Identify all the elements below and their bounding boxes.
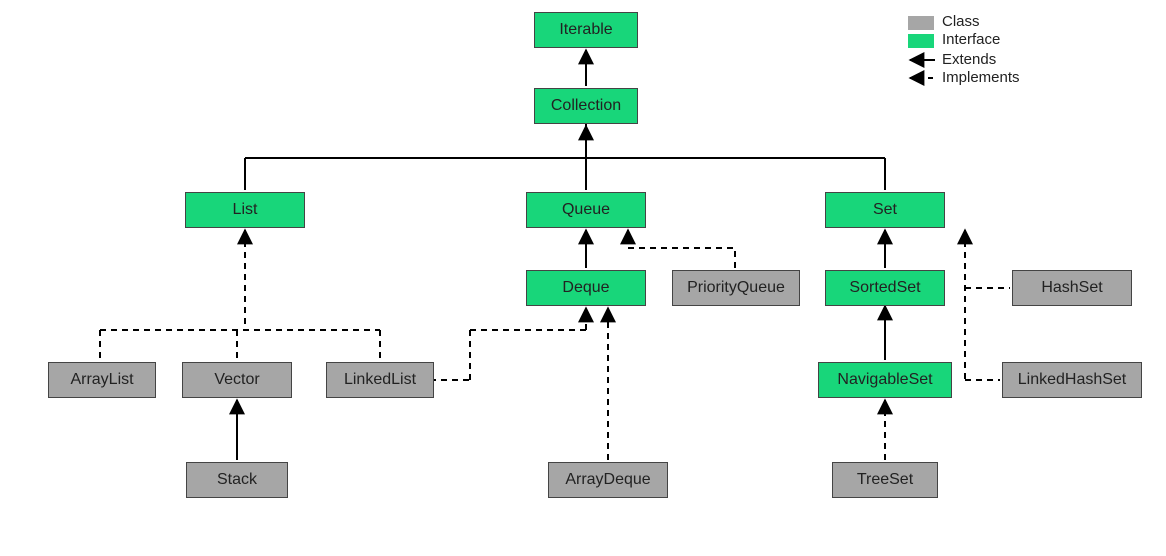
node-queue: Queue	[526, 192, 646, 228]
node-label: LinkedHashSet	[1018, 372, 1127, 388]
node-label: ArrayList	[70, 372, 133, 388]
node-list: List	[185, 192, 305, 228]
node-label: Set	[873, 202, 897, 218]
node-label: HashSet	[1041, 280, 1102, 296]
legend-label-interface: Interface	[942, 31, 1000, 48]
node-label: NavigableSet	[837, 372, 932, 388]
node-label: List	[233, 202, 258, 218]
legend-label-class: Class	[942, 13, 980, 30]
node-label: ArrayDeque	[565, 472, 650, 488]
node-sortedset: SortedSet	[825, 270, 945, 306]
node-priorityqueue: PriorityQueue	[672, 270, 800, 306]
node-label: LinkedList	[344, 372, 416, 388]
edge-priorityqueue-queue	[628, 230, 735, 268]
node-label: Iterable	[559, 22, 612, 38]
node-arraylist: ArrayList	[48, 362, 156, 398]
node-linkedhashset: LinkedHashSet	[1002, 362, 1142, 398]
node-hashset: HashSet	[1012, 270, 1132, 306]
legend-label-extends: Extends	[942, 51, 996, 68]
node-label: Collection	[551, 98, 621, 114]
diagram-canvas: Iterable Collection List Queue Set Deque…	[0, 0, 1166, 556]
node-label: TreeSet	[857, 472, 913, 488]
node-label: PriorityQueue	[687, 280, 785, 296]
node-iterable: Iterable	[534, 12, 638, 48]
node-label: Deque	[562, 280, 609, 296]
node-navigableset: NavigableSet	[818, 362, 952, 398]
node-arraydeque: ArrayDeque	[548, 462, 668, 498]
node-label: Stack	[217, 472, 257, 488]
legend-swatch-interface	[908, 34, 934, 48]
node-set: Set	[825, 192, 945, 228]
node-collection: Collection	[534, 88, 638, 124]
node-stack: Stack	[186, 462, 288, 498]
node-linkedlist: LinkedList	[326, 362, 434, 398]
node-vector: Vector	[182, 362, 292, 398]
node-treeset: TreeSet	[832, 462, 938, 498]
node-label: Queue	[562, 202, 610, 218]
legend-label-implements: Implements	[942, 69, 1020, 86]
legend-swatch-class	[908, 16, 934, 30]
node-label: Vector	[214, 372, 259, 388]
node-deque: Deque	[526, 270, 646, 306]
node-label: SortedSet	[849, 280, 920, 296]
